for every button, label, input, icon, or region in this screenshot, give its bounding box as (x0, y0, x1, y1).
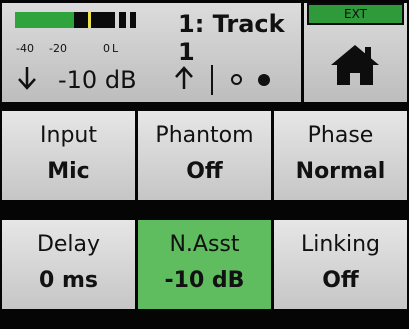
input-button[interactable]: Input Mic (2, 111, 135, 200)
meter-scale-minus40: -40 (16, 42, 34, 55)
phantom-button[interactable]: Phantom Off (138, 111, 271, 200)
track-settings-panel: -40 -20 0 L 1: Track 1 -10 dB EXT Input … (0, 0, 409, 329)
meter-green-fill (15, 12, 74, 28)
track-title[interactable]: 1: Track 1 (178, 10, 301, 66)
noise-assist-value: -10 dB (164, 268, 245, 293)
phase-button[interactable]: Phase Normal (274, 111, 407, 200)
meter-scale-zero: 0 (103, 42, 110, 55)
delay-button[interactable]: Delay 0 ms (2, 220, 135, 309)
input-value: Mic (47, 159, 90, 184)
track-header: -40 -20 0 L 1: Track 1 -10 dB (2, 3, 301, 102)
level-meter: -40 -20 0 L (15, 12, 139, 55)
phase-label: Phase (307, 123, 374, 148)
phantom-value: Off (186, 159, 223, 184)
noise-assist-button[interactable]: N.Asst -10 dB (138, 220, 271, 309)
meter-channel-label: L (112, 42, 119, 55)
meter-black-block (91, 12, 115, 28)
delay-label: Delay (36, 232, 101, 257)
linking-value: Off (322, 268, 359, 293)
level-value: -10 dB (58, 66, 137, 94)
meter-black-block (119, 12, 126, 28)
phase-value: Normal (295, 159, 386, 184)
arrow-up-icon[interactable] (173, 65, 195, 98)
home-icon (329, 43, 381, 91)
arrow-down-icon[interactable] (16, 65, 38, 98)
filled-dot-icon (258, 74, 270, 86)
input-label: Input (40, 123, 97, 148)
home-button[interactable]: EXT (304, 3, 407, 102)
delay-value: 0 ms (39, 268, 98, 293)
divider (211, 65, 213, 95)
noise-assist-label: N.Asst (169, 232, 240, 257)
empty-dot-icon (231, 74, 242, 85)
meter-scale-minus20: -20 (49, 42, 67, 55)
phantom-label: Phantom (155, 123, 254, 148)
meter-black-block (130, 12, 136, 28)
meter-black-block (74, 12, 88, 28)
ext-indicator: EXT (307, 3, 404, 25)
linking-label: Linking (300, 232, 381, 257)
linking-button[interactable]: Linking Off (274, 220, 407, 309)
